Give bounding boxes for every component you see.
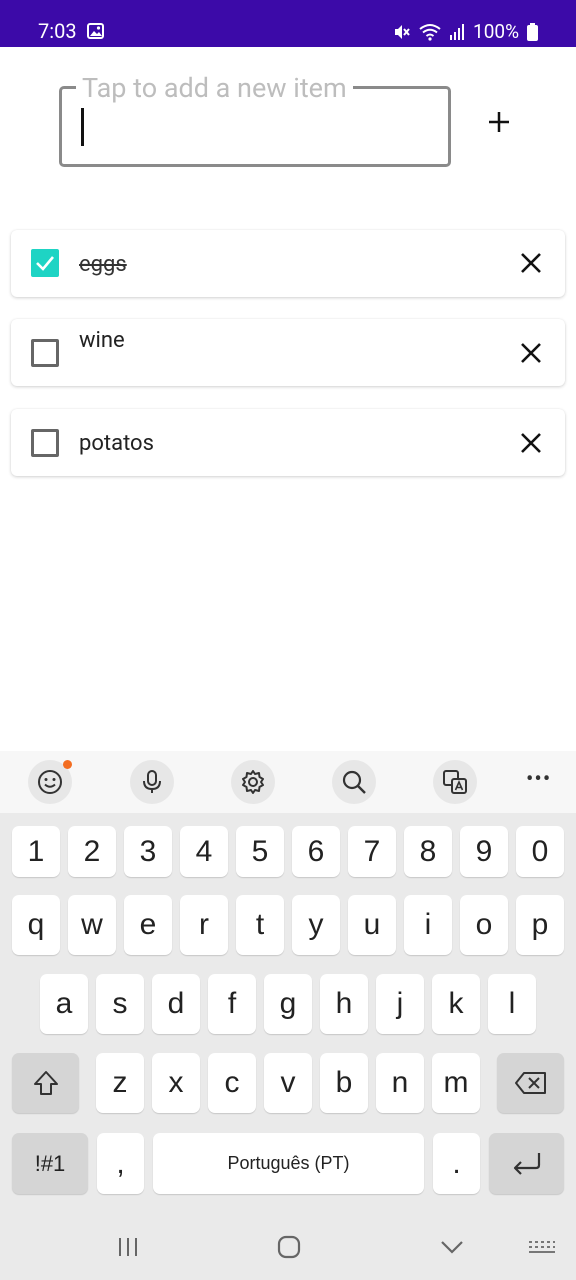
key-3[interactable]: 3 — [124, 826, 172, 877]
keyboard-search-button[interactable] — [332, 760, 376, 804]
hide-keyboard-icon[interactable] — [440, 1239, 464, 1255]
key-k[interactable]: k — [432, 974, 480, 1034]
item-label: wine — [79, 328, 125, 353]
backspace-key[interactable] — [497, 1053, 564, 1113]
delete-item-icon[interactable] — [517, 339, 545, 367]
key-1[interactable]: 1 — [12, 826, 60, 877]
battery-icon — [527, 23, 538, 41]
key-s[interactable]: s — [96, 974, 144, 1034]
key-n[interactable]: n — [376, 1053, 424, 1113]
list-item: wine — [11, 319, 565, 386]
key-x[interactable]: x — [152, 1053, 200, 1113]
comma-key[interactable]: , — [97, 1133, 144, 1194]
key-a[interactable]: a — [40, 974, 88, 1034]
key-4[interactable]: 4 — [180, 826, 228, 877]
key-j[interactable]: j — [376, 974, 424, 1034]
key-v[interactable]: v — [264, 1053, 312, 1113]
home-icon[interactable] — [277, 1235, 301, 1259]
battery-percent: 100% — [473, 20, 519, 43]
key-d[interactable]: d — [152, 974, 200, 1034]
space-key[interactable]: Português (PT) — [153, 1133, 424, 1194]
plus-icon — [489, 112, 509, 132]
key-q[interactable]: q — [12, 895, 60, 955]
key-w[interactable]: w — [68, 895, 116, 955]
keyboard-settings-button[interactable] — [231, 760, 275, 804]
keyboard-toolbar: ••• — [0, 751, 576, 813]
status-bar: 7:03 100% — [0, 0, 576, 47]
search-icon — [342, 770, 366, 794]
gallery-notification-icon — [87, 23, 104, 39]
gear-icon — [242, 770, 264, 794]
key-r[interactable]: r — [180, 895, 228, 955]
text-cursor — [81, 108, 84, 146]
navigation-bar — [0, 1212, 576, 1280]
key-m[interactable]: m — [432, 1053, 480, 1113]
voice-input-button[interactable] — [130, 760, 174, 804]
status-time: 7:03 — [38, 19, 77, 43]
key-o[interactable]: o — [460, 895, 508, 955]
microphone-icon — [143, 770, 161, 793]
more-options-icon[interactable]: ••• — [526, 767, 551, 792]
keyboard-switch-icon[interactable] — [528, 1240, 556, 1256]
key-9[interactable]: 9 — [460, 826, 508, 877]
item-checkbox[interactable] — [31, 429, 59, 457]
list-item: potatos — [11, 409, 565, 476]
enter-key[interactable] — [489, 1133, 564, 1194]
delete-item-icon[interactable] — [517, 429, 545, 457]
enter-icon — [513, 1152, 540, 1175]
key-f[interactable]: f — [208, 974, 256, 1034]
key-6[interactable]: 6 — [292, 826, 340, 877]
key-l[interactable]: l — [488, 974, 536, 1034]
key-7[interactable]: 7 — [348, 826, 396, 877]
notification-dot — [63, 760, 72, 769]
key-u[interactable]: u — [348, 895, 396, 955]
item-label: eggs — [79, 252, 127, 277]
key-h[interactable]: h — [320, 974, 368, 1034]
key-5[interactable]: 5 — [236, 826, 284, 877]
translate-icon — [443, 770, 467, 794]
key-i[interactable]: i — [404, 895, 452, 955]
backspace-icon — [514, 1072, 546, 1094]
list-item: eggs — [11, 230, 565, 297]
key-c[interactable]: c — [208, 1053, 256, 1113]
wifi-icon — [419, 24, 441, 41]
key-g[interactable]: g — [264, 974, 312, 1034]
emoji-icon — [38, 770, 62, 794]
key-b[interactable]: b — [320, 1053, 368, 1113]
checkmark-icon — [36, 256, 54, 271]
key-p[interactable]: p — [516, 895, 564, 955]
signal-icon — [450, 24, 465, 40]
status-icons: 100% — [393, 19, 538, 45]
symbols-key[interactable]: !#1 — [12, 1133, 88, 1194]
translate-button[interactable] — [433, 760, 477, 804]
recent-apps-icon[interactable] — [117, 1236, 139, 1258]
delete-item-icon[interactable] — [517, 249, 545, 277]
keyboard-keys-area — [0, 813, 576, 1280]
add-item-button[interactable] — [480, 103, 518, 141]
key-0[interactable]: 0 — [516, 826, 564, 877]
item-checkbox[interactable] — [31, 249, 59, 277]
keyboard: ••• 1 2 3 4 5 6 7 8 9 0 q w e r t y u i … — [0, 751, 576, 1280]
period-key[interactable]: . — [433, 1133, 480, 1194]
key-2[interactable]: 2 — [68, 826, 116, 877]
shift-key[interactable] — [12, 1053, 79, 1113]
key-8[interactable]: 8 — [404, 826, 452, 877]
key-z[interactable]: z — [96, 1053, 144, 1113]
mute-icon — [395, 25, 410, 39]
key-y[interactable]: y — [292, 895, 340, 955]
shift-icon — [33, 1071, 58, 1095]
item-label: potatos — [79, 431, 154, 456]
key-e[interactable]: e — [124, 895, 172, 955]
new-item-placeholder: Tap to add a new item — [76, 72, 353, 104]
key-t[interactable]: t — [236, 895, 284, 955]
item-checkbox[interactable] — [31, 339, 59, 367]
